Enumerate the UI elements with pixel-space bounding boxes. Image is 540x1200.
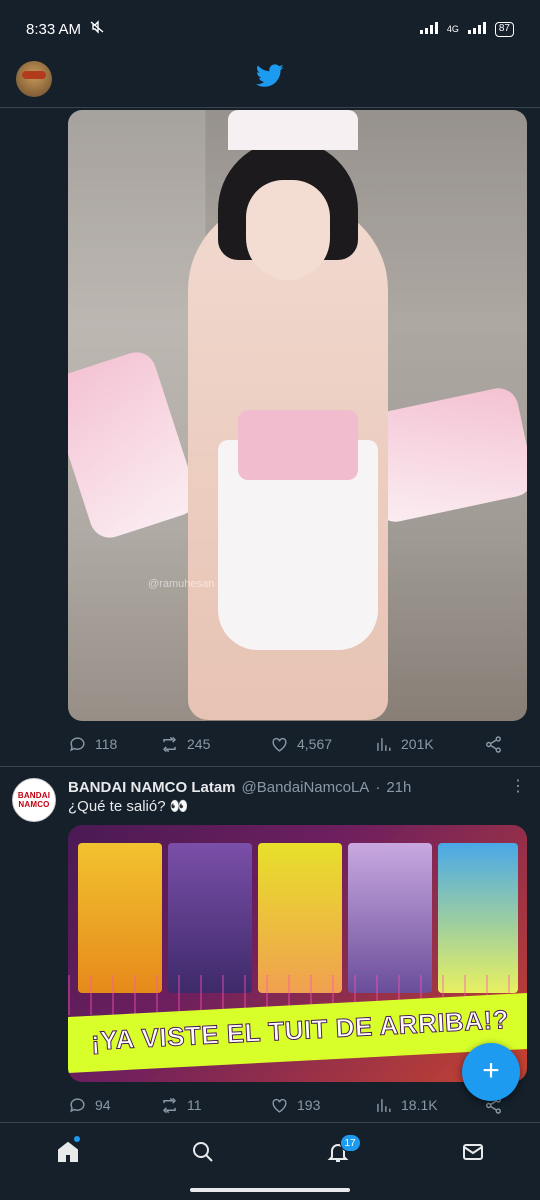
home-icon [57,1141,78,1162]
avatar-logo-line1: BANDAI [17,791,51,800]
reply-button[interactable]: 118 [68,735,160,754]
retweet-button[interactable]: 11 [160,1096,270,1115]
retweet-count: 245 [187,736,211,752]
compose-tweet-button[interactable]: + [462,1043,520,1101]
photo-headpiece [228,110,358,150]
signal-icon-2 [467,22,487,36]
reply-button[interactable]: 94 [68,1096,160,1115]
bottom-navigation: 17 [0,1122,540,1180]
photo-corset [238,410,358,480]
photo-face [246,180,330,280]
author-name[interactable]: BANDAI NAMCO Latam [68,779,236,796]
views-count: 201K [401,736,434,752]
retweet-icon [162,1097,177,1113]
like-count: 4,567 [297,736,333,752]
signal-icon [419,22,439,36]
tweet-divider [0,766,540,767]
nav-search[interactable] [183,1132,223,1172]
tweet-time[interactable]: 21h [386,779,411,796]
photo-watermark: @ramuhesan [148,578,215,590]
tweet-media-image[interactable]: ¡YA VISTE EL TUIT DE ARRIBA!? [68,825,527,1082]
twitter-bird-icon[interactable] [256,64,284,88]
mute-icon [89,20,105,38]
character-panel-4 [348,843,432,993]
character-panel-1 [78,843,162,993]
heart-icon [272,737,287,752]
reply-icon [70,1097,85,1112]
retweet-button[interactable]: 245 [160,735,270,754]
tweet-text: ¿Qué te salió? 👀 [68,798,189,815]
avatar-logo-line2: NAMCO [18,800,50,809]
header-separator: · [375,778,381,796]
top-app-bar [0,58,540,108]
notifications-badge: 17 [339,1133,361,1152]
views-button[interactable]: 201K [374,735,484,754]
character-panel-2 [168,843,252,993]
tweet-actions-2: 94 11 193 18.1K [68,1090,518,1120]
tweet-actions: 118 245 4,567 201K [68,729,518,759]
reply-count: 118 [95,736,118,752]
gesture-handle[interactable] [190,1188,350,1192]
author-handle[interactable]: @BandaiNamcoLA [242,779,370,796]
nav-messages[interactable] [453,1132,493,1172]
share-button[interactable] [484,735,503,754]
tweet-header: BANDAI NAMCO Latam @BandaiNamcoLA · 21h [68,776,508,798]
reply-count: 94 [95,1097,111,1113]
share-icon [486,735,501,753]
like-count: 193 [297,1097,321,1113]
network-type: 4G [446,24,459,34]
like-button[interactable]: 4,567 [270,735,374,754]
more-options-icon[interactable]: ⋮ [510,778,526,796]
character-panel-5 [438,843,518,993]
search-icon [192,1141,213,1162]
views-icon [377,1098,391,1112]
status-bar: 8:33 AM 4G 87 [0,0,540,58]
status-time: 8:33 AM [26,20,82,38]
tweet-media-photo[interactable]: @ramuhesan [68,110,527,721]
reply-icon [70,736,85,751]
author-avatar[interactable]: BANDAI NAMCO [12,778,56,822]
views-count: 18.1K [401,1097,438,1113]
nav-notifications[interactable]: 17 [318,1132,361,1172]
views-button[interactable]: 18.1K [374,1096,484,1115]
retweet-icon [162,736,177,752]
battery-indicator: 87 [494,21,514,37]
home-new-indicator [73,1135,80,1142]
character-panel-3 [258,843,342,993]
profile-avatar[interactable] [16,61,52,97]
nav-home[interactable] [48,1132,88,1172]
heart-icon [272,1098,287,1113]
views-icon [377,737,391,751]
like-button[interactable]: 193 [270,1096,374,1115]
retweet-count: 11 [187,1097,202,1113]
mail-icon [462,1143,483,1160]
